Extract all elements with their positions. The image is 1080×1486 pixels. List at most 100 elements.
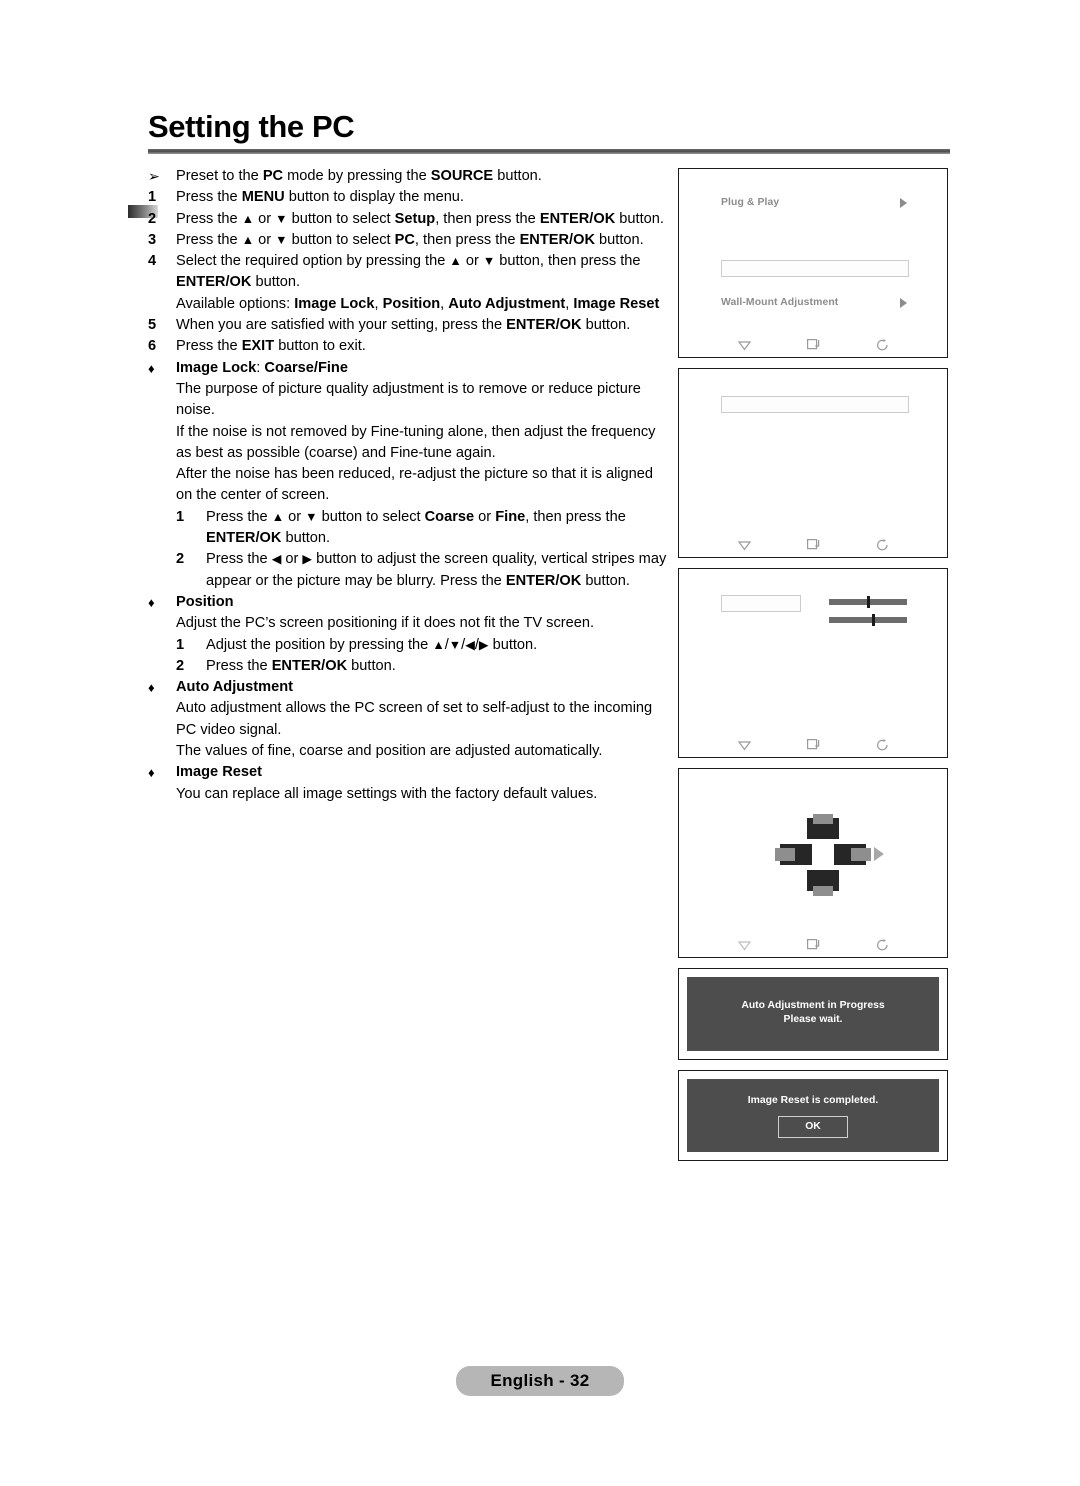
osd-row-wall-mount-adjustment[interactable]: Wall-Mount Adjustment bbox=[721, 297, 907, 308]
arrow-up-inset bbox=[813, 814, 833, 824]
arrow-bullet-icon: ➢ bbox=[148, 168, 160, 184]
return-icon bbox=[876, 739, 889, 751]
instruction-text: Select the required option by pressing t… bbox=[176, 253, 641, 291]
instruction-continuation: After the noise has been reduced, re-adj… bbox=[176, 466, 654, 504]
chevron-right-icon bbox=[900, 297, 907, 308]
osd-highlight-bar bbox=[721, 396, 909, 413]
pc-menu-screen bbox=[678, 368, 948, 558]
step-number: 1 bbox=[176, 508, 185, 525]
instruction-continuation: The purpose of picture quality adjustmen… bbox=[176, 380, 641, 419]
instruction-sub-step: 2 Press the ENTER/OK button. bbox=[176, 656, 668, 677]
diamond-bullet-icon: ♦ bbox=[148, 680, 155, 696]
image-reset-dialog: Image Reset is completed. OK bbox=[687, 1079, 939, 1152]
instruction-sub-step: 1 Press the ▲ or ▼ button to select Coars… bbox=[176, 507, 668, 550]
instruction-text: Press the ▲ or ▼ button to select Setup,… bbox=[176, 210, 664, 227]
step-number: 1 bbox=[176, 636, 185, 653]
instruction-text: Auto Adjustment bbox=[176, 679, 294, 696]
osd-icon-strip bbox=[679, 339, 947, 351]
instruction-continuation: You can replace all image settings with … bbox=[176, 785, 598, 802]
move-down-icon bbox=[737, 740, 751, 751]
osd-highlight-bar bbox=[721, 260, 909, 277]
page-number-badge: English - 32 bbox=[456, 1366, 624, 1396]
diamond-bullet-icon: ♦ bbox=[148, 765, 155, 781]
osd-row-label: Plug & Play bbox=[721, 197, 780, 208]
instruction-text: Press the EXIT button to exit. bbox=[176, 338, 366, 355]
arrow-left-inset bbox=[775, 848, 795, 861]
move-down-icon bbox=[737, 540, 751, 551]
image-lock-screen bbox=[678, 568, 948, 758]
step-number: 2 bbox=[176, 551, 185, 568]
enter-icon bbox=[806, 739, 820, 751]
instruction-continuation: Available options: Image Lock, Position,… bbox=[176, 295, 660, 312]
instruction-text: Adjust the position by pressing the ▲/▼/… bbox=[206, 636, 538, 653]
chevron-right-icon bbox=[900, 197, 907, 208]
instruction-text: When you are satisfied with your setting… bbox=[176, 317, 631, 334]
step-number: 2 bbox=[148, 210, 157, 227]
instruction-step: 2 Press the ▲ or ▼ button to select Setup… bbox=[148, 209, 668, 230]
step-number: 3 bbox=[148, 231, 157, 248]
position-screen bbox=[678, 768, 948, 958]
arrow-down-inset bbox=[813, 886, 833, 896]
instruction-step: 4 Select the required option by pressing … bbox=[148, 251, 668, 294]
instruction-text: Press the ENTER/OK button. bbox=[206, 657, 396, 674]
auto-adjustment-dialog-frame: Auto Adjustment in Progress Please wait. bbox=[678, 968, 948, 1060]
instruction-sub-step: 2 Press the ◀ or ▶ button to adjust the s… bbox=[176, 549, 668, 592]
return-icon bbox=[876, 939, 889, 951]
chevron-right-icon bbox=[874, 847, 884, 861]
diamond-bullet-icon: ♦ bbox=[148, 594, 155, 610]
instruction-continuation: If the noise is not removed by Fine-tuni… bbox=[176, 423, 656, 461]
instruction-step: 6 Press the EXIT button to exit. bbox=[148, 336, 668, 357]
image-reset-line1: Image Reset is completed. bbox=[747, 1095, 879, 1106]
ok-button[interactable]: OK bbox=[778, 1116, 848, 1138]
step-number: 5 bbox=[148, 317, 157, 334]
title-rule bbox=[148, 149, 950, 154]
diamond-bullet-icon: ♦ bbox=[148, 360, 155, 376]
coarse-slider-knob[interactable] bbox=[866, 596, 870, 608]
auto-adjustment-dialog: Auto Adjustment in Progress Please wait. bbox=[687, 977, 939, 1051]
instruction-continuation: Adjust the PC’s screen positioning if it… bbox=[176, 615, 595, 632]
return-icon bbox=[876, 539, 889, 551]
instruction-text: Press the MENU button to display the men… bbox=[176, 189, 464, 206]
enter-icon bbox=[806, 339, 820, 351]
instruction-text: Image Lock: Coarse/Fine bbox=[176, 359, 348, 376]
step-number: 6 bbox=[148, 338, 157, 355]
enter-icon bbox=[806, 539, 820, 551]
instruction-step: 3 Press the ▲ or ▼ button to select PC, t… bbox=[148, 230, 668, 251]
fine-slider-knob[interactable] bbox=[871, 614, 875, 626]
osd-row-label: Wall-Mount Adjustment bbox=[721, 297, 839, 308]
auto-adjustment-line2: Please wait. bbox=[783, 1014, 843, 1025]
instruction-sub-step: 1 Adjust the position by pressing the ▲/▼… bbox=[176, 635, 668, 656]
instruction-text: Position bbox=[176, 593, 234, 610]
move-down-icon bbox=[737, 940, 751, 951]
position-direction-cross bbox=[775, 814, 884, 904]
return-icon bbox=[876, 339, 889, 351]
page-title: Setting the PC bbox=[148, 109, 355, 144]
instruction-step: 5 When you are satisfied with your settin… bbox=[148, 315, 668, 336]
page-header: Setting the PC bbox=[148, 110, 950, 154]
coarse-slider[interactable] bbox=[829, 596, 907, 608]
instruction-text: Press the ◀ or ▶ button to adjust the sc… bbox=[206, 551, 667, 589]
enter-icon bbox=[806, 939, 820, 951]
instruction-bullet-item: ♦ Auto Adjustment bbox=[148, 677, 668, 698]
fine-slider[interactable] bbox=[829, 614, 907, 626]
instruction-bullet-item: ♦ Image Reset bbox=[148, 762, 668, 783]
instruction-bullet-item: ♦ Image Lock: Coarse/Fine bbox=[148, 358, 668, 379]
osd-screenshot-column: Plug & Play Wall-Mount Adjustment Auto A… bbox=[678, 168, 948, 1171]
instruction-continuation: Auto adjustment allows the PC screen of … bbox=[176, 700, 653, 738]
instruction-step: ➢ Preset to the PC mode by pressing the S… bbox=[148, 166, 668, 187]
image-reset-dialog-frame: Image Reset is completed. OK bbox=[678, 1070, 948, 1161]
instruction-continuation: The values of fine, coarse and position … bbox=[176, 743, 603, 760]
instruction-bullet-item: ♦ Position bbox=[148, 592, 668, 613]
move-down-icon bbox=[737, 340, 751, 351]
osd-row-plug-and-play[interactable]: Plug & Play bbox=[721, 197, 907, 208]
osd-icon-strip bbox=[679, 939, 947, 951]
instruction-text: Press the ▲ or ▼ button to select PC, th… bbox=[176, 231, 644, 248]
step-number: 1 bbox=[148, 189, 157, 206]
instruction-step: 1 Press the MENU button to display the me… bbox=[148, 187, 668, 208]
step-number: 2 bbox=[176, 657, 185, 674]
auto-adjustment-line1: Auto Adjustment in Progress bbox=[741, 1000, 885, 1011]
instruction-text: Press the ▲ or ▼ button to select Coarse… bbox=[206, 508, 626, 547]
osd-icon-strip bbox=[679, 539, 947, 551]
osd-icon-strip bbox=[679, 739, 947, 751]
osd-highlight-bar bbox=[721, 595, 801, 612]
